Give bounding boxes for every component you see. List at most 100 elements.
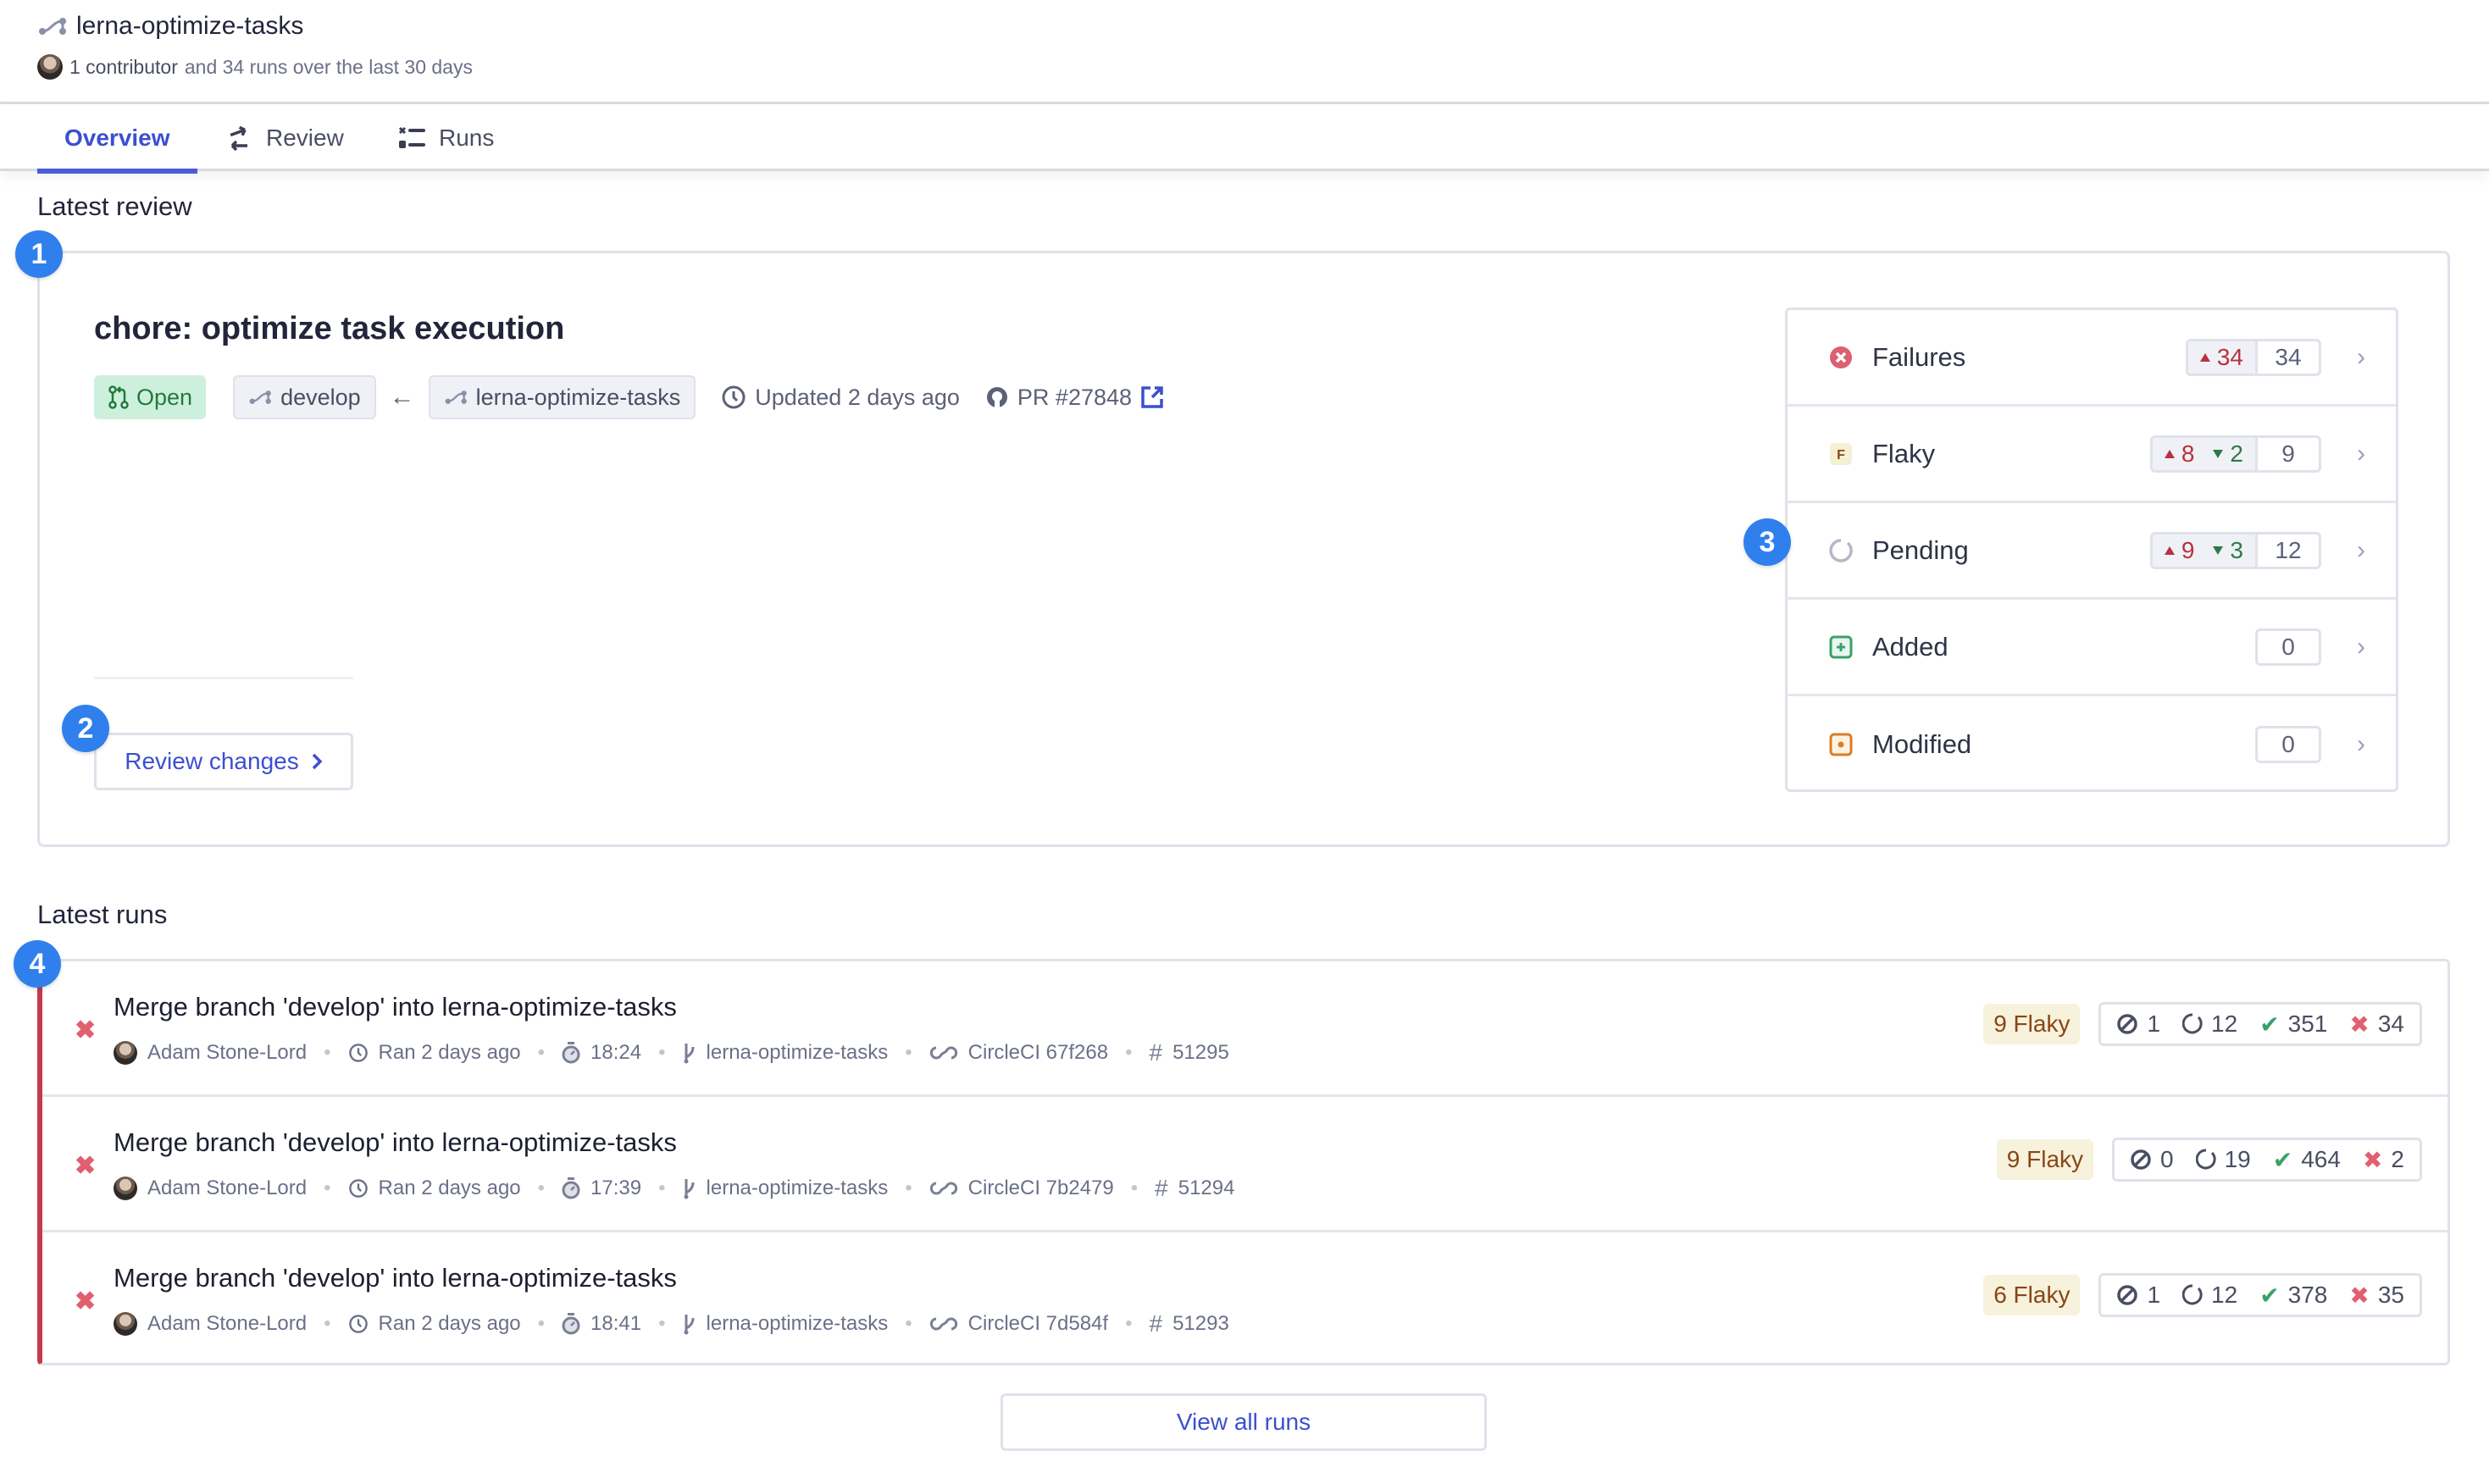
tab-runs[interactable]: Runs <box>398 104 494 171</box>
total-count: 9 <box>2281 440 2295 467</box>
stat-counts: 8 2 9 <box>2149 435 2321 473</box>
run-badges: 9 Flaky 1 12 ✔ 351 ✖ 34 <box>1983 1002 2422 1046</box>
status-label: Open <box>136 384 193 410</box>
git-branch-icon <box>683 1042 696 1064</box>
run-results: 0 19 ✔ 464 ✖ 2 <box>2112 1138 2422 1182</box>
chevron-right-icon: › <box>2357 342 2365 371</box>
run-ci[interactable]: CircleCI 7b2479 <box>968 1177 1114 1200</box>
tab-bar: Overview Review Runs <box>0 102 2489 174</box>
svg-text:F: F <box>1837 448 1845 462</box>
stat-counts: 34 34 <box>2185 338 2321 376</box>
increase-count: 8 <box>2164 440 2194 468</box>
head-branch[interactable]: lerna-optimize-tasks <box>428 375 696 419</box>
run-branch[interactable]: lerna-optimize-tasks <box>707 1312 889 1336</box>
failed-count: ✖ 2 <box>2362 1146 2404 1173</box>
stat-label: Modified <box>1872 729 1972 759</box>
review-changes-label: Review changes <box>125 748 299 774</box>
chevron-right-icon: › <box>2357 632 2365 661</box>
author-avatar <box>114 1041 137 1065</box>
stat-row-failures[interactable]: Failures 34 34 › <box>1788 310 2396 407</box>
separator: • <box>324 1041 331 1064</box>
view-all-runs-button[interactable]: View all runs <box>1001 1393 1487 1451</box>
check-icon: ✔ <box>2259 1282 2280 1309</box>
run-row[interactable]: ✖ Merge branch 'develop' into lerna-opti… <box>42 1232 2447 1368</box>
run-branch[interactable]: lerna-optimize-tasks <box>707 1177 889 1200</box>
stat-row-modified[interactable]: Modified 0 › <box>1788 696 2396 793</box>
stat-label: Added <box>1872 631 1949 662</box>
check-icon: ✔ <box>2272 1146 2293 1173</box>
run-duration: 18:24 <box>590 1041 642 1064</box>
failed-status-icon: ✖ <box>75 1016 97 1044</box>
marker-3: 3 <box>1743 518 1791 566</box>
marker-4: 4 <box>14 940 61 988</box>
run-branch[interactable]: lerna-optimize-tasks <box>707 1041 889 1065</box>
separator: • <box>1130 1177 1139 1199</box>
run-meta: Adam Stone-Lord • Ran 2 days ago • 17:39… <box>114 1175 1234 1202</box>
run-duration: 17:39 <box>590 1177 642 1199</box>
clock-icon <box>721 385 746 410</box>
run-row[interactable]: ✖ Merge branch 'develop' into lerna-opti… <box>42 1097 2447 1232</box>
pr-title: chore: optimize task execution <box>94 311 565 346</box>
tab-overview[interactable]: Overview <box>37 104 197 174</box>
run-author: Adam Stone-Lord <box>147 1177 308 1199</box>
base-branch[interactable]: develop <box>233 375 376 419</box>
stat-row-pending[interactable]: Pending 9 3 12 › <box>1788 503 2396 600</box>
passed-count: ✔ 464 <box>2272 1146 2341 1173</box>
run-row[interactable]: ✖ Merge branch 'develop' into lerna-opti… <box>42 961 2447 1097</box>
pending-circle-icon <box>1828 538 1854 563</box>
separator: • <box>658 1041 666 1064</box>
run-badges: 6 Flaky 1 12 ✔ 378 ✖ 35 <box>1983 1273 2422 1317</box>
pending-count: 19 <box>2195 1146 2251 1173</box>
stat-label: Pending <box>1872 534 1969 565</box>
failed-count: ✖ 34 <box>2349 1011 2404 1038</box>
increase-count: 34 <box>2199 344 2243 371</box>
flaky-badge: 6 Flaky <box>1983 1275 2081 1315</box>
branch-icon <box>444 389 469 406</box>
review-changes-button[interactable]: Review changes <box>94 733 353 790</box>
stat-row-flaky[interactable]: F Flaky 8 2 9 › <box>1788 407 2396 503</box>
run-title[interactable]: Merge branch 'develop' into lerna-optimi… <box>114 1127 677 1158</box>
chevron-right-icon <box>311 752 323 771</box>
run-results: 1 12 ✔ 351 ✖ 34 <box>2098 1002 2422 1046</box>
marker-2: 2 <box>62 705 109 752</box>
pr-link[interactable]: PR #27848 <box>985 385 1164 411</box>
stat-counts: 9 3 12 <box>2149 531 2321 569</box>
head-branch-label: lerna-optimize-tasks <box>475 384 681 410</box>
marker-1: 1 <box>15 230 63 278</box>
stat-counts: 0 <box>2255 726 2321 763</box>
total-count: 34 <box>2275 343 2302 370</box>
latest-review-heading: Latest review <box>37 191 192 221</box>
latest-review-card: chore: optimize task execution Open deve… <box>37 251 2450 847</box>
tab-review-label: Review <box>266 124 344 151</box>
run-ci[interactable]: CircleCI 7d584f <box>968 1312 1108 1336</box>
contributor-count: 1 contributor <box>69 55 178 78</box>
pull-request-icon <box>108 385 130 409</box>
latest-runs-heading: Latest runs <box>37 900 168 929</box>
total-count: 0 <box>2281 633 2295 660</box>
status-badge: Open <box>94 375 207 419</box>
failed-status-icon: ✖ <box>75 1287 97 1315</box>
stat-row-added[interactable]: Added 0 › <box>1788 600 2396 696</box>
tab-review[interactable]: Review <box>225 104 344 171</box>
external-link-icon[interactable] <box>1140 385 1164 409</box>
hash-icon: # <box>1155 1175 1168 1201</box>
decrease-count: 3 <box>2213 537 2243 564</box>
separator: • <box>537 1312 546 1335</box>
base-branch-label: develop <box>280 384 361 410</box>
updated-time: Updated 2 days ago <box>721 385 960 411</box>
x-icon: ✖ <box>2362 1146 2383 1173</box>
git-branch-icon <box>683 1177 696 1199</box>
run-meta: Adam Stone-Lord • Ran 2 days ago • 18:24… <box>114 1039 1229 1066</box>
clock-icon <box>348 1314 369 1334</box>
pending-count: 12 <box>2182 1011 2237 1038</box>
stat-label: Flaky <box>1872 438 1936 468</box>
chevron-right-icon: › <box>2357 730 2365 758</box>
run-ci[interactable]: CircleCI 67f268 <box>968 1041 1108 1065</box>
run-number: 51295 <box>1172 1041 1229 1064</box>
run-title[interactable]: Merge branch 'develop' into lerna-optimi… <box>114 992 677 1022</box>
hash-icon: # <box>1149 1039 1163 1066</box>
run-title[interactable]: Merge branch 'develop' into lerna-optimi… <box>114 1263 677 1293</box>
pr-meta: Open develop ← lerna-optimize-tasks Upda… <box>94 375 1164 419</box>
branch-icon <box>248 389 274 406</box>
stopwatch-icon <box>562 1042 580 1064</box>
